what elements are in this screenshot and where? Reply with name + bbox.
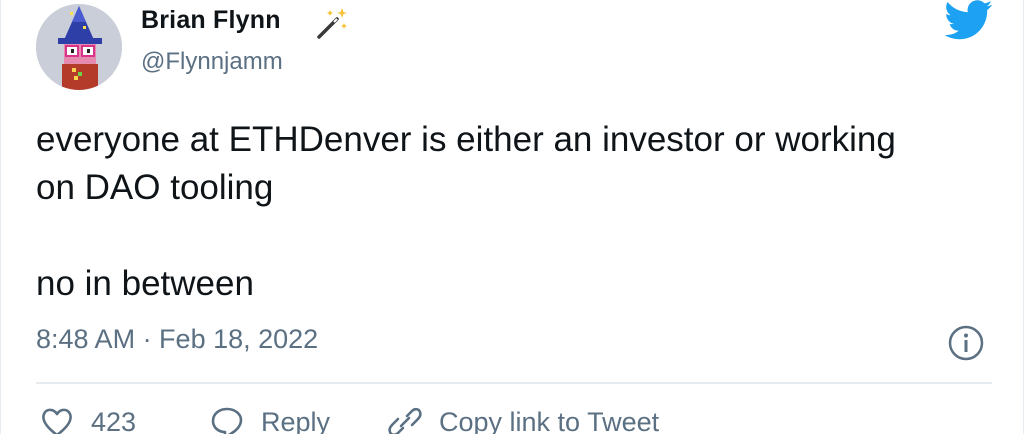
tweet-timestamp[interactable]: 8:48 AM · Feb 18, 2022: [36, 324, 318, 355]
copy-link-button[interactable]: Copy link to Tweet: [387, 404, 659, 434]
divider: [36, 382, 992, 384]
handle[interactable]: @Flynnjamm: [141, 48, 283, 76]
reply-button[interactable]: Reply: [209, 404, 330, 434]
link-icon: [388, 407, 422, 434]
avatar[interactable]: [36, 4, 122, 90]
info-icon[interactable]: [947, 324, 985, 362]
tweet-card: Brian Flynn @Flynnjamm everyone at ETHDe…: [0, 0, 1024, 434]
reply-label: Reply: [261, 407, 331, 434]
tweet-text-continued: no in between: [36, 264, 254, 303]
copy-link-label: Copy link to Tweet: [439, 407, 660, 434]
like-count: 423: [91, 407, 137, 434]
wizard-avatar-image: [36, 4, 122, 90]
tweet-text: everyone at ETHDenver is either an inves…: [36, 120, 896, 207]
twitter-bird-icon[interactable]: [945, 0, 993, 40]
like-button[interactable]: 423: [39, 404, 136, 434]
display-name[interactable]: Brian Flynn: [141, 6, 281, 35]
magic-wand-icon: [317, 8, 347, 39]
heart-icon: [42, 408, 72, 434]
speech-bubble-icon: [211, 407, 243, 434]
